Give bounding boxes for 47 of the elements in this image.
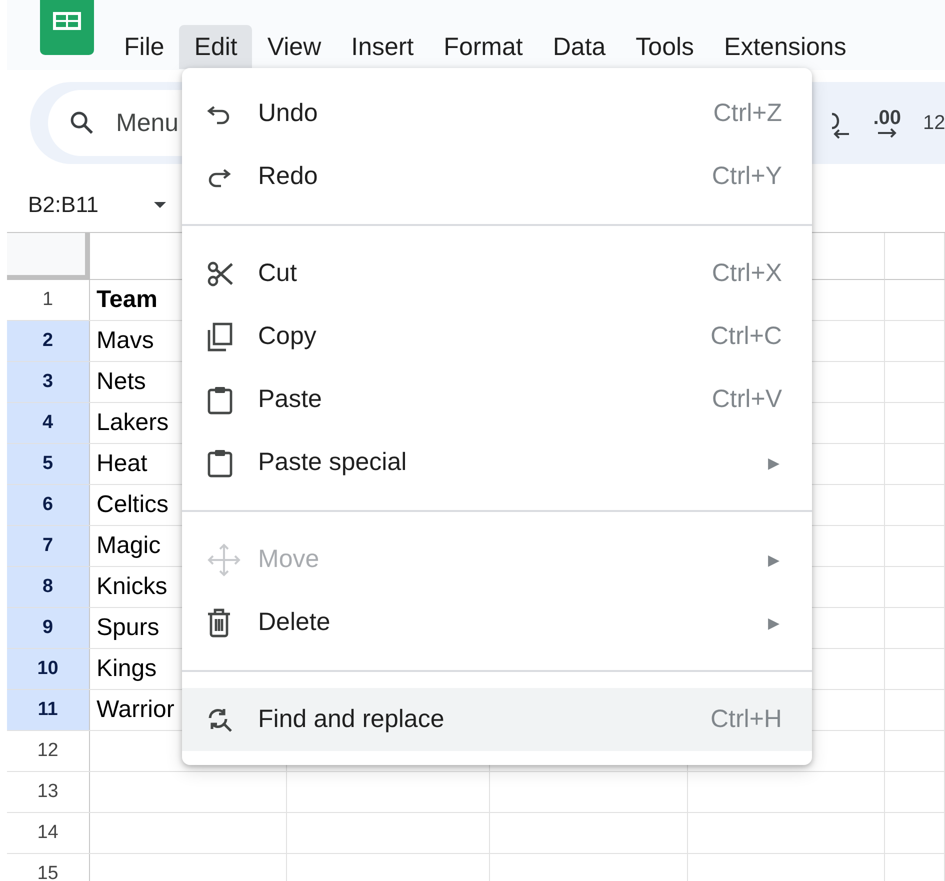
row-header[interactable]: 7 bbox=[7, 526, 90, 566]
row-header[interactable]: 4 bbox=[7, 403, 90, 443]
row-header[interactable]: 10 bbox=[7, 649, 90, 689]
shortcut-label: Ctrl+Z bbox=[713, 99, 782, 128]
menu-tab[interactable]: Tools bbox=[620, 25, 710, 69]
scissors-icon bbox=[206, 260, 234, 288]
move-arrows-icon bbox=[206, 542, 242, 578]
clipboard-icon bbox=[206, 448, 234, 478]
shortcut-label: Ctrl+X bbox=[712, 259, 782, 288]
row-header[interactable]: 2 bbox=[7, 321, 90, 361]
row-header[interactable]: 13 bbox=[7, 772, 90, 812]
submenu-arrow: ▶ bbox=[768, 454, 780, 472]
row-header[interactable]: 1 bbox=[7, 280, 90, 320]
menu-tab[interactable]: Format bbox=[428, 25, 538, 69]
trash-icon bbox=[206, 608, 232, 638]
clipboard-icon bbox=[206, 384, 234, 414]
row-header[interactable]: 5 bbox=[7, 444, 90, 484]
sheets-logo-icon[interactable] bbox=[40, 0, 94, 55]
shortcut-label: Ctrl+H bbox=[710, 705, 782, 734]
menu-tab[interactable]: Edit bbox=[179, 25, 252, 69]
copy-icon bbox=[206, 322, 234, 352]
select-all-corner[interactable] bbox=[7, 233, 90, 280]
submenu-arrow: ▶ bbox=[768, 550, 780, 568]
shortcut-label: Ctrl+Y bbox=[712, 162, 782, 191]
name-box[interactable]: B2:B11 bbox=[28, 192, 99, 218]
row-header[interactable]: 11 bbox=[7, 690, 90, 730]
menu-tab[interactable]: View bbox=[252, 25, 336, 69]
column-header[interactable] bbox=[885, 233, 945, 280]
submenu-arrow: ▶ bbox=[768, 614, 780, 632]
menu-tab[interactable]: Insert bbox=[336, 25, 429, 69]
row-header[interactable]: 3 bbox=[7, 362, 90, 402]
row-header[interactable]: 12 bbox=[7, 731, 90, 771]
row-header[interactable]: 6 bbox=[7, 485, 90, 525]
shortcut-label: Ctrl+C bbox=[710, 322, 782, 351]
menu-tab[interactable]: Extensions bbox=[709, 25, 862, 69]
menu-tab[interactable]: Data bbox=[538, 25, 621, 69]
row-header[interactable]: 9 bbox=[7, 608, 90, 648]
shortcut-label: Ctrl+V bbox=[712, 385, 782, 414]
row-header[interactable]: 8 bbox=[7, 567, 90, 607]
arrow-right-icon bbox=[876, 128, 898, 138]
caret-icon[interactable] bbox=[152, 200, 167, 208]
increase-decimal-button[interactable]: .00 bbox=[873, 108, 901, 138]
number-format-label[interactable]: 12 bbox=[923, 112, 945, 134]
menu-tab[interactable]: File bbox=[109, 25, 180, 69]
menu-item[interactable]: Find and replace Ctrl+H bbox=[182, 688, 812, 751]
row-header[interactable]: 14 bbox=[7, 813, 90, 853]
row-header[interactable]: 15 bbox=[7, 854, 90, 881]
